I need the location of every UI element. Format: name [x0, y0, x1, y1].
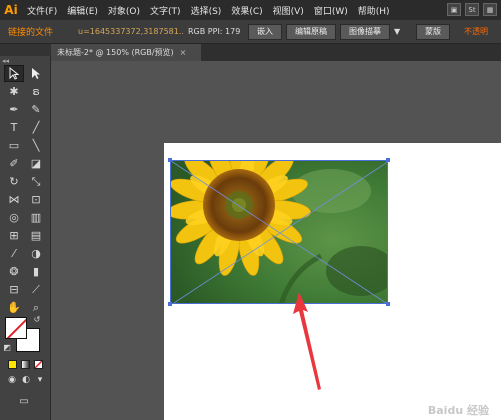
pen-tool-icon[interactable]: ✒ — [4, 101, 24, 118]
sunflower-image — [171, 161, 387, 303]
menu-effect[interactable]: 效果(C) — [226, 4, 267, 17]
default-colors-icon[interactable]: ◩ — [2, 342, 12, 352]
menu-select[interactable]: 选择(S) — [186, 4, 227, 17]
document-tab[interactable]: 未标题-2* @ 150% (RGB/预览) × — [51, 44, 201, 61]
document-tab-title: 未标题-2* @ 150% (RGB/预览) — [57, 48, 174, 57]
magic-wand-tool-icon[interactable]: ✱ — [4, 83, 24, 100]
embed-button[interactable]: 嵌入 — [248, 23, 282, 40]
linked-file-label[interactable]: 链接的文件 — [0, 25, 78, 38]
image-trace-dropdown-icon[interactable]: ▼ — [394, 27, 404, 36]
color-ppi-info: RGB PPI: 179 — [188, 27, 241, 36]
perspective-grid-tool-icon[interactable]: ▥ — [26, 209, 46, 226]
hand-tool-icon[interactable]: ✋ — [4, 299, 24, 316]
menu-bar: Ai 文件(F) 编辑(E) 对象(O) 文字(T) 选择(S) 效果(C) 视… — [0, 0, 501, 20]
mask-button[interactable]: 蒙版 — [416, 23, 450, 40]
menu-file[interactable]: 文件(F) — [22, 4, 62, 17]
rotate-tool-icon[interactable]: ↻ — [4, 173, 24, 190]
direct-selection-tool-icon[interactable] — [26, 65, 46, 82]
selection-tool-icon[interactable] — [4, 65, 24, 82]
gradient-mode-icon[interactable] — [21, 360, 30, 369]
bridge-icon[interactable]: ▣ — [447, 3, 461, 16]
shaper-tool-icon[interactable]: ✐ — [4, 155, 24, 172]
stock-button[interactable]: St — [465, 3, 479, 16]
menu-help[interactable]: 帮助(H) — [353, 4, 395, 17]
arrange-icon[interactable]: ▦ — [483, 3, 497, 16]
type-tool-icon[interactable]: T — [4, 119, 24, 136]
screen-mode-icon[interactable]: ▭ — [14, 394, 34, 408]
app-logo: Ai — [4, 3, 18, 17]
annotation-arrow-icon — [293, 292, 321, 390]
line-segment-tool-icon[interactable]: ╱ — [26, 119, 46, 136]
menu-view[interactable]: 视图(V) — [268, 4, 309, 17]
draw-mode-icon[interactable]: ◉ — [6, 374, 18, 386]
width-tool-icon[interactable]: ⋈ — [4, 191, 24, 208]
collapse-panel-icon[interactable]: ◂◂ — [2, 57, 9, 65]
selection-handle[interactable] — [168, 302, 172, 306]
column-graph-tool-icon[interactable]: ▮ — [26, 263, 46, 280]
control-bar: 链接的文件 u=1645337372,3187581... RGB PPI: 1… — [0, 20, 501, 44]
selection-handle[interactable] — [168, 158, 172, 162]
watermark: Baidu 经验 — [427, 404, 489, 417]
fill-swatch[interactable] — [5, 317, 27, 339]
draw-inside-icon[interactable]: ▾ — [34, 374, 46, 386]
menu-type[interactable]: 文字(T) — [145, 4, 186, 17]
document-tab-bar: 未标题-2* @ 150% (RGB/预览) × — [51, 44, 501, 61]
tools-panel: ◂◂ ✱ ຣ ✒ ✎ T ╱ ▭ ╲ ✐ ◪ ↻ ⤡ ⋈ ⊡ ◎ ▥ ⊞ ▤ ⁄… — [0, 56, 51, 420]
paintbrush-tool-icon[interactable]: ╲ — [26, 137, 46, 154]
blend-tool-icon[interactable]: ◑ — [26, 245, 46, 262]
curvature-tool-icon[interactable]: ✎ — [26, 101, 46, 118]
selection-handle[interactable] — [386, 302, 390, 306]
rectangle-tool-icon[interactable]: ▭ — [4, 137, 24, 154]
menu-edit[interactable]: 编辑(E) — [62, 4, 103, 17]
opacity-label[interactable]: 不透明 — [454, 26, 488, 37]
image-trace-button[interactable]: 图像描摹 — [340, 23, 390, 40]
free-transform-tool-icon[interactable]: ⊡ — [26, 191, 46, 208]
artboard-tool-icon[interactable]: ⊟ — [4, 281, 24, 298]
linked-file-name[interactable]: u=1645337372,3187581... — [78, 27, 184, 36]
placed-image[interactable] — [170, 160, 388, 304]
draw-behind-icon[interactable]: ◐ — [20, 374, 32, 386]
slice-tool-icon[interactable]: ⟋ — [26, 281, 46, 298]
color-mode-icon[interactable] — [8, 360, 17, 369]
eraser-tool-icon[interactable]: ◪ — [26, 155, 46, 172]
lasso-tool-icon[interactable]: ຣ — [26, 83, 46, 100]
mesh-tool-icon[interactable]: ⊞ — [4, 227, 24, 244]
gradient-tool-icon[interactable]: ▤ — [26, 227, 46, 244]
selection-handle[interactable] — [386, 158, 390, 162]
none-mode-icon[interactable] — [34, 360, 43, 369]
menu-object[interactable]: 对象(O) — [103, 4, 145, 17]
edit-original-button[interactable]: 编辑原稿 — [286, 23, 336, 40]
shape-builder-tool-icon[interactable]: ◎ — [4, 209, 24, 226]
menu-right-controls: ▣ St ▦ — [447, 3, 497, 16]
symbol-sprayer-tool-icon[interactable]: ❂ — [4, 263, 24, 280]
menu-window[interactable]: 窗口(W) — [309, 4, 353, 17]
eyedropper-tool-icon[interactable]: ⁄ — [4, 245, 24, 262]
scale-tool-icon[interactable]: ⤡ — [26, 173, 46, 190]
close-icon[interactable]: × — [180, 48, 187, 57]
swap-fill-stroke-icon[interactable]: ↺ — [32, 314, 42, 324]
